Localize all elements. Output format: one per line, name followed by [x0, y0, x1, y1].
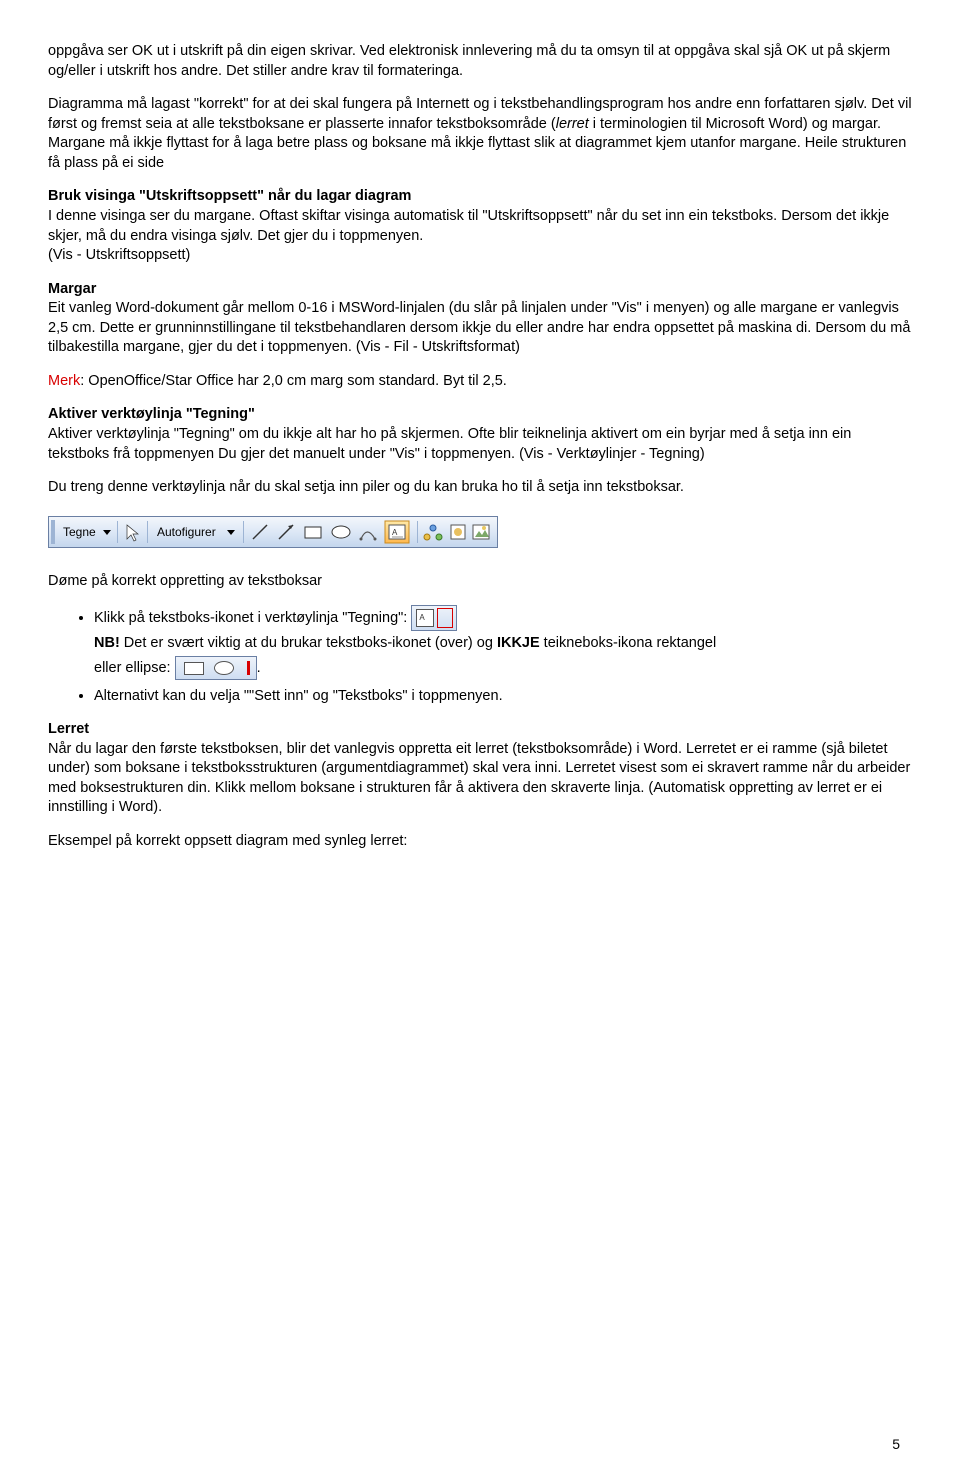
- bullet-list: Klikk på tekstboks-ikonet i verktøylinja…: [48, 605, 912, 706]
- paragraph-eksempel: Eksempel på korrekt oppsett diagram med …: [48, 832, 912, 852]
- text-fragment: Aktiver verktøylinja "Tegning" om du ikk…: [48, 426, 851, 462]
- page-number: 5: [892, 1435, 900, 1454]
- list-item: Alternativt kan du velja ""Sett inn" og …: [94, 687, 912, 707]
- text-fragment: I denne visinga ser du margane. Oftast s…: [48, 208, 889, 244]
- textbox-icon: [411, 605, 457, 631]
- text-fragment: Klikk på tekstboks-ikonet i verktøylinja…: [94, 610, 411, 626]
- text-fragment: .: [257, 660, 261, 676]
- rectangle-ellipse-icon: [175, 656, 257, 680]
- ikkje-label: IKKJE: [497, 635, 540, 651]
- heading-lerret: Lerret: [48, 720, 912, 740]
- section-margar: Margar Eit vanleg Word-dokument går mell…: [48, 280, 912, 358]
- text-fragment: : OpenOffice/Star Office har 2,0 cm marg…: [80, 373, 507, 389]
- text-fragment: Det er svært viktig at du brukar tekstbo…: [120, 635, 497, 651]
- list-item: Klikk på tekstboks-ikonet i verktøylinja…: [94, 605, 912, 680]
- paragraph-treng-verktoylinje: Du treng denne verktøylinja når du skal …: [48, 478, 912, 498]
- text-fragment: Eit vanleg Word-dokument går mellom 0-16…: [48, 300, 910, 355]
- section-utskriftsoppsett: Bruk visinga "Utskriftsoppsett" når du l…: [48, 187, 912, 265]
- text-fragment: Når du lagar den første tekstboksen, bli…: [48, 741, 910, 816]
- text-fragment: teikneboks-ikona rektangel: [540, 635, 717, 651]
- tegne-label: Tegne: [63, 525, 96, 539]
- paragraph-merk: Merk: OpenOffice/Star Office har 2,0 cm …: [48, 372, 912, 392]
- heading-margar: Margar: [48, 280, 912, 300]
- text-menu-path: (Vis - Utskriftsoppsett): [48, 247, 190, 263]
- merk-label: Merk: [48, 373, 80, 389]
- heading-utskriftsoppsett: Bruk visinga "Utskriftsoppsett" når du l…: [48, 187, 912, 207]
- svg-text:Autofigurer: Autofigurer: [157, 525, 216, 539]
- italic-word-lerret: lerret: [556, 116, 589, 132]
- nb-label: NB!: [94, 635, 120, 651]
- section-aktiver-tegning: Aktiver verktøylinja "Tegning" Aktiver v…: [48, 405, 912, 464]
- section-lerret: Lerret Når du lagar den første tekstboks…: [48, 720, 912, 818]
- paragraph-dome: Døme på korrekt oppretting av tekstboksa…: [48, 572, 912, 592]
- paragraph-intro: oppgåva ser OK ut i utskrift på din eige…: [48, 42, 912, 81]
- drawing-toolbar-screenshot: Tegne Autofigurer A: [48, 516, 498, 548]
- text-fragment: eller ellipse:: [94, 660, 175, 676]
- heading-aktiver-tegning: Aktiver verktøylinja "Tegning": [48, 405, 912, 425]
- paragraph-diagramma: Diagramma må lagast "korrekt" for at dei…: [48, 95, 912, 173]
- svg-text:A: A: [392, 528, 398, 537]
